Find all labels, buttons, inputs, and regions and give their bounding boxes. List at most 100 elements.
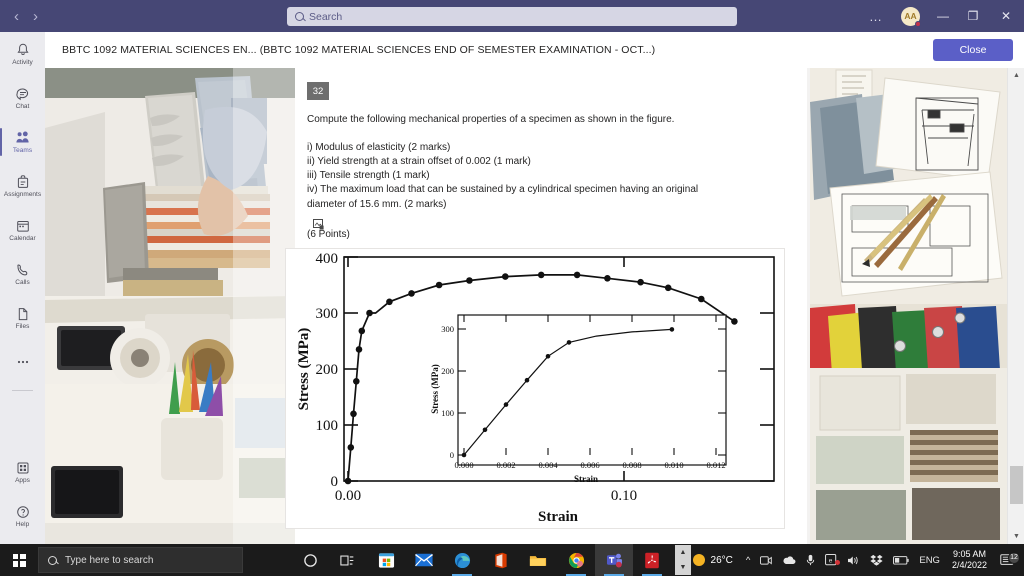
search-icon (295, 12, 304, 21)
sidebar-label-chat: Chat (15, 102, 30, 110)
inset-xtick-0008: 0.008 (622, 460, 641, 470)
mail-icon[interactable] (405, 544, 443, 576)
sidebar-item-apps[interactable]: Apps (0, 450, 45, 494)
sidebar-item-calls[interactable]: Calls (0, 252, 45, 296)
taskbar-search-input[interactable]: Type here to search (38, 547, 243, 573)
clock[interactable]: 9:05 AM 2/4/2022 (945, 549, 994, 572)
inset-xtick-0010: 0.010 (664, 460, 683, 470)
clock-time: 9:05 AM (952, 548, 986, 559)
sidebar-item-assignments[interactable]: Assignments (0, 164, 45, 208)
capture-recording-dot (835, 560, 841, 565)
forward-icon[interactable]: › (33, 9, 38, 24)
screen-capture-icon[interactable]: e (820, 554, 842, 566)
search-placeholder: Search (309, 10, 343, 23)
global-search-input[interactable]: Search (287, 7, 737, 26)
search-icon (48, 555, 57, 565)
sidebar-item-chat[interactable]: Chat (0, 76, 45, 120)
sidebar-label-activity: Activity (12, 58, 33, 66)
sidebar-label-teams: Teams (12, 146, 33, 154)
inset-y-axis-label: Stress (MPa) (430, 364, 440, 414)
question-card: 32 Compute the following mechanical prop… (295, 68, 795, 240)
inset-xtick-0000: 0.000 (454, 460, 473, 470)
decorative-photo-left (45, 68, 295, 544)
inset-chart: 0 100 200 300 0.000 0.002 0.004 0.006 0.… (430, 314, 727, 484)
weather-widget[interactable]: 26°C (685, 554, 741, 566)
taskbar-search-placeholder: Type here to search (65, 554, 154, 566)
stress-strain-figure-panel: 0 100 200 300 400 0.00 0.10 Stress (MPa)… (285, 248, 785, 529)
app-rail: Activity Chat Teams Assignments Calendar… (0, 32, 45, 544)
question-subitem: iv) The maximum load that can be sustain… (307, 184, 699, 196)
vertical-scrollbar[interactable]: ▲ ▼ (1007, 68, 1024, 544)
minimize-button[interactable]: — (928, 0, 958, 32)
teams-app-window: ‹ › Search … AA — ❐ ✕ Activity Chat Team… (0, 0, 1024, 576)
volume-icon[interactable] (842, 555, 865, 566)
system-tray: 26°C ^ e ENG 9:05 AM 2/4/2022 12 (685, 544, 1024, 576)
inset-xtick-0006: 0.006 (580, 460, 599, 470)
close-window-button[interactable]: ✕ (988, 0, 1024, 32)
window-titlebar: ‹ › Search … AA — ❐ ✕ (0, 0, 1024, 32)
y-axis-label: Stress (MPa) (296, 328, 312, 411)
windows-logo-icon (12, 553, 26, 567)
assignments-icon (14, 174, 31, 191)
close-button[interactable]: Close (933, 39, 1013, 61)
onedrive-icon[interactable] (777, 555, 801, 565)
taskbar-icons: ▲ ▼ (291, 544, 691, 576)
question-subitems: i) Modulus of elasticity (2 marks) ii) Y… (307, 141, 783, 212)
inset-x-axis-label: Strain (574, 474, 598, 484)
weather-temperature: 26°C (710, 554, 733, 566)
task-view-icon[interactable] (329, 544, 367, 576)
sidebar-item-activity[interactable]: Activity (0, 32, 45, 76)
teams-icon (14, 130, 31, 147)
avatar[interactable]: AA (901, 6, 921, 27)
inset-xtick-0002: 0.002 (496, 460, 515, 470)
show-hidden-icons-chevron[interactable]: ^ (741, 555, 755, 566)
chrome-icon[interactable] (557, 544, 595, 576)
presence-busy-icon (915, 20, 921, 27)
xtick-000: 0.00 (335, 488, 361, 504)
xtick-010: 0.10 (611, 488, 637, 504)
microphone-icon[interactable] (801, 554, 820, 566)
edge-icon[interactable] (443, 544, 481, 576)
sun-icon (692, 554, 705, 566)
question-subitem: iii) Tensile strength (1 mark) (307, 170, 430, 182)
navigation-arrows: ‹ › (14, 9, 38, 24)
start-button[interactable] (0, 544, 38, 576)
sidebar-item-teams[interactable]: Teams (0, 120, 45, 164)
form-body: 32 Compute the following mechanical prop… (45, 68, 1024, 544)
microsoft-store-icon[interactable] (367, 544, 405, 576)
sidebar-item-calendar[interactable]: Calendar (0, 208, 45, 252)
back-icon[interactable]: ‹ (14, 9, 19, 24)
decorative-photo-right (810, 68, 1007, 544)
office-icon[interactable] (481, 544, 519, 576)
scroll-down-arrow[interactable]: ▼ (1008, 529, 1024, 544)
more-options-icon[interactable]: … (859, 9, 893, 24)
battery-icon[interactable] (888, 555, 914, 565)
notification-center-button[interactable]: 12 (994, 551, 1024, 567)
acrobat-reader-icon[interactable] (633, 544, 671, 576)
question-prompt: Compute the following mechanical propert… (307, 114, 675, 125)
sidebar-item-files[interactable]: Files (0, 296, 45, 340)
maximize-button[interactable]: ❐ (958, 0, 988, 32)
stress-strain-chart: 0 100 200 300 400 0.00 0.10 Stress (MPa)… (286, 249, 784, 528)
x-axis-label: Strain (538, 509, 579, 525)
inset-xtick-0004: 0.004 (538, 460, 558, 470)
question-subitem: ii) Yield strength at a strain offset of… (307, 155, 531, 167)
scrollbar-thumb[interactable] (1010, 466, 1023, 504)
files-icon (14, 306, 31, 323)
dropbox-icon[interactable] (865, 554, 888, 566)
ytick-100: 100 (316, 418, 339, 434)
cortana-icon[interactable] (291, 544, 329, 576)
camera-icon[interactable] (755, 555, 777, 566)
language-indicator[interactable]: ENG (914, 555, 945, 566)
ytick-400: 400 (316, 251, 339, 267)
scroll-up-arrow[interactable]: ▲ (1008, 68, 1024, 83)
ytick-300: 300 (316, 306, 339, 322)
sidebar-item-more[interactable] (0, 340, 45, 384)
file-explorer-icon[interactable] (519, 544, 557, 576)
sidebar-item-help[interactable]: Help (0, 494, 45, 538)
teams-taskbar-icon[interactable] (595, 544, 633, 576)
bell-icon (14, 42, 31, 59)
windows-taskbar: Type here to search ▲ ▼ 26°C ^ e ENG 9:0… (0, 544, 1024, 576)
page-title: BBTC 1092 MATERIAL SCIENCES EN... (BBTC … (62, 44, 656, 56)
inset-ytick-200: 200 (441, 366, 454, 376)
